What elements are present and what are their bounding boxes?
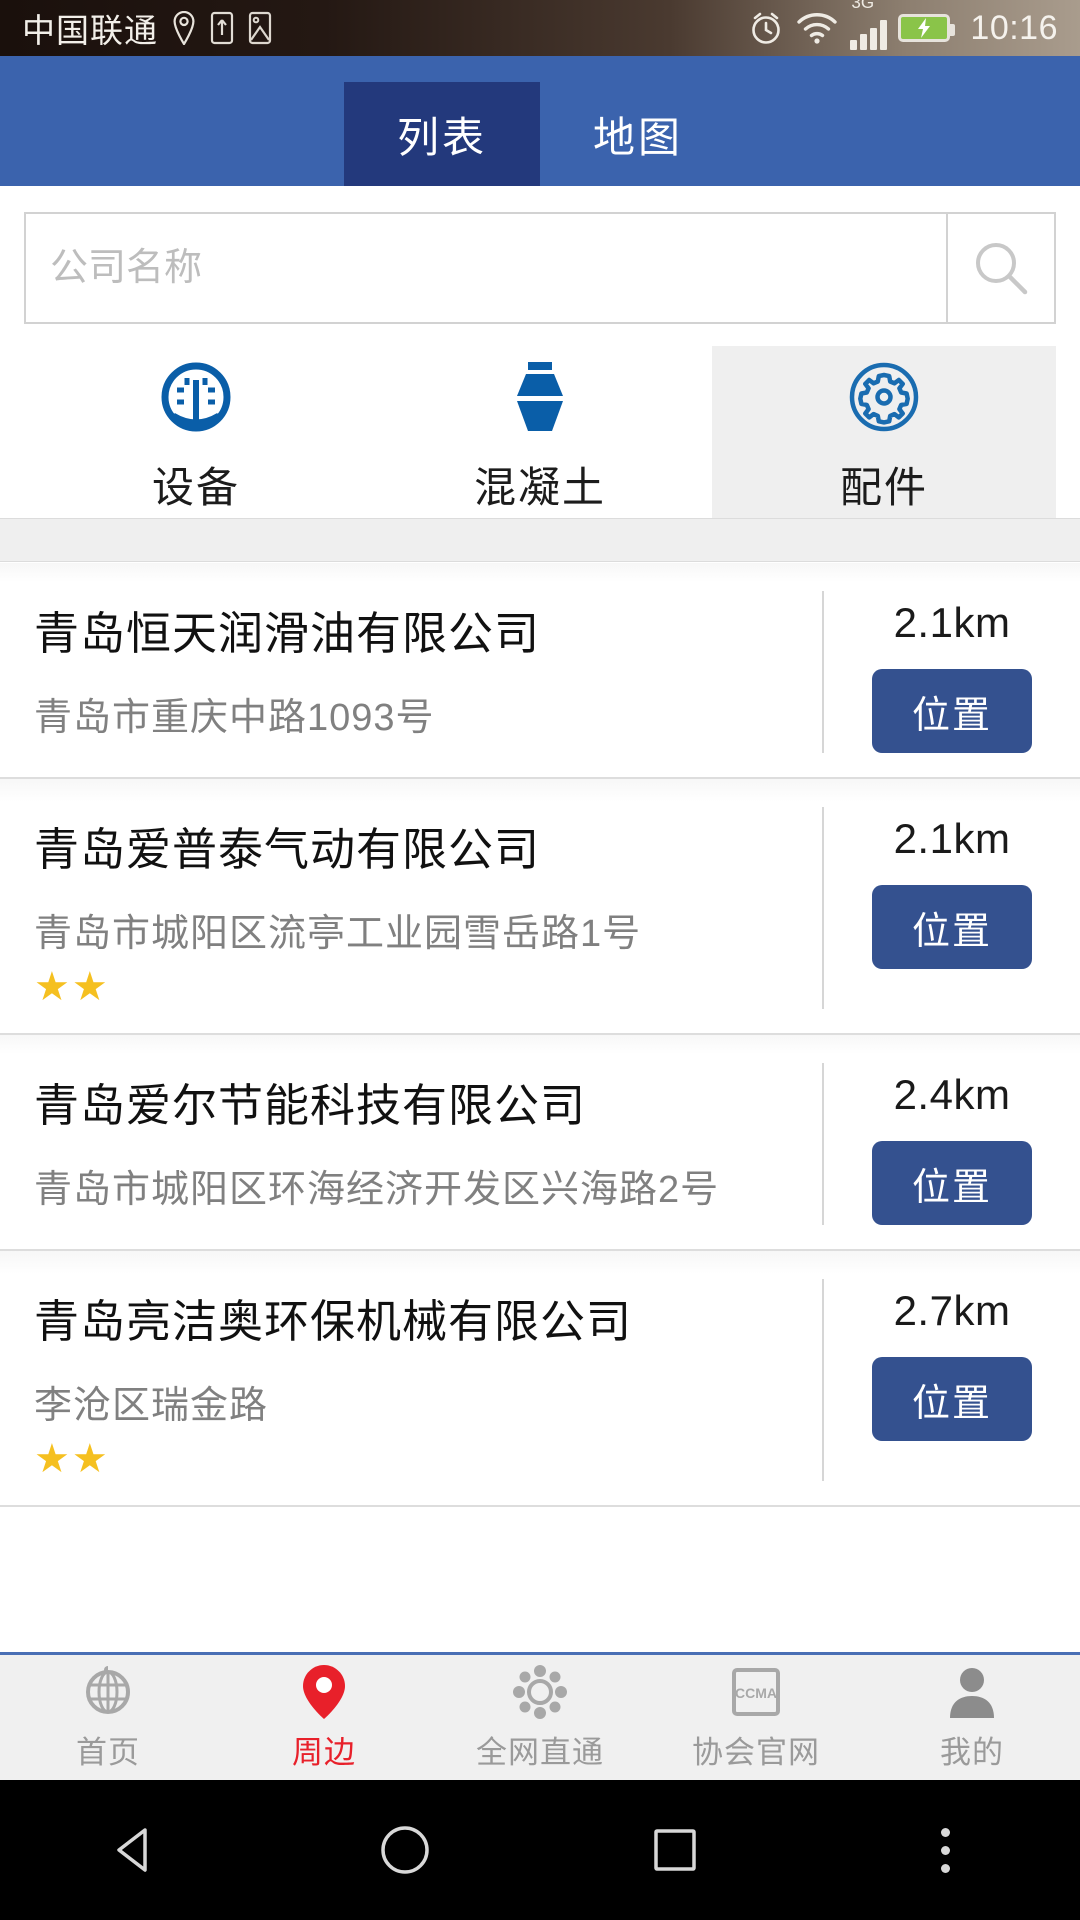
nav-item-home[interactable]: 首页 xyxy=(0,1655,216,1780)
category-selector: 设备 混凝土 配件 xyxy=(0,346,1080,526)
svg-text:CCMA: CCMA xyxy=(735,1685,777,1701)
location-button[interactable]: 位置 xyxy=(872,669,1032,753)
rating-stars: ★★ xyxy=(34,1437,110,1481)
system-menu-button[interactable] xyxy=(870,1780,1020,1920)
company-actions: 2.7km 位置 xyxy=(822,1279,1080,1481)
search-icon xyxy=(976,243,1028,295)
battery-charging-icon xyxy=(898,14,956,42)
location-button[interactable]: 位置 xyxy=(872,1141,1032,1225)
status-bar-right: 3G 10:16 xyxy=(748,0,1058,50)
signal-icon: 3G xyxy=(850,0,888,50)
table-row[interactable]: 青岛亮洁奥环保机械有限公司 李沧区瑞金路 ★★ 2.7km 位置 xyxy=(0,1251,1080,1507)
system-home-button[interactable] xyxy=(330,1780,480,1920)
distance-label: 2.1km xyxy=(893,599,1011,646)
clock-label: 10:16 xyxy=(970,8,1058,47)
search-input[interactable] xyxy=(24,212,946,324)
company-address: 青岛市城阳区环海经济开发区兴海路2号 xyxy=(34,1169,720,1211)
location-button[interactable]: 位置 xyxy=(872,1357,1032,1441)
nav-item-association[interactable]: CCMA 协会官网 xyxy=(648,1655,864,1780)
company-actions: 2.1km 位置 xyxy=(822,807,1080,1009)
network-icon xyxy=(511,1663,569,1721)
view-mode-segmented-control: 列表 地图 xyxy=(344,82,736,186)
system-recents-button[interactable] xyxy=(600,1780,750,1920)
carrier-label: 中国联通 xyxy=(22,12,158,49)
network-type-label: 3G xyxy=(851,0,875,12)
nav-label: 首页 xyxy=(76,1735,140,1770)
nav-label: 我的 xyxy=(940,1735,1004,1770)
company-info: 青岛恒天润滑油有限公司 青岛市重庆中路1093号 xyxy=(0,563,822,777)
tab-map[interactable]: 地图 xyxy=(540,82,736,186)
distance-label: 2.7km xyxy=(893,1287,1011,1334)
wifi-icon xyxy=(797,13,838,44)
company-info: 青岛爱尔节能科技有限公司 青岛市城阳区环海经济开发区兴海路2号 xyxy=(0,1035,822,1249)
circle-home-icon xyxy=(381,1826,429,1874)
gauge-icon xyxy=(157,358,235,436)
rating-stars: ★★ xyxy=(34,965,110,1009)
company-name: 青岛爱尔节能科技有限公司 xyxy=(34,1080,587,1131)
distance-label: 2.1km xyxy=(893,815,1011,862)
table-row[interactable]: 青岛爱尔节能科技有限公司 青岛市城阳区环海经济开发区兴海路2号 2.4km 位置 xyxy=(0,1035,1080,1251)
app-root: 中国联通 3G 10:16 列表 地图 公司名称 设备 混凝土 配件 青岛恒天润… xyxy=(0,0,1080,1920)
category-parts[interactable]: 配件 xyxy=(712,346,1056,526)
system-back-button[interactable] xyxy=(60,1780,210,1920)
category-label: 设备 xyxy=(151,463,240,511)
nav-label: 协会官网 xyxy=(692,1735,820,1770)
overflow-dots-icon xyxy=(940,1827,950,1873)
alarm-icon xyxy=(752,12,781,44)
search-button[interactable] xyxy=(946,212,1056,324)
company-address: 李沧区瑞金路 xyxy=(34,1385,269,1427)
nav-label: 周边 xyxy=(292,1735,356,1770)
nav-item-nearby[interactable]: 周边 xyxy=(216,1655,432,1780)
status-bar: 中国联通 3G 10:16 xyxy=(0,0,1080,56)
company-address: 青岛市城阳区流亭工业园雪岳路1号 xyxy=(34,913,642,955)
triangle-back-icon xyxy=(117,1828,147,1872)
company-name: 青岛恒天润滑油有限公司 xyxy=(34,608,541,659)
location-button[interactable]: 位置 xyxy=(872,885,1032,969)
sim-card-icon xyxy=(210,11,234,45)
gear-circle-icon xyxy=(845,358,923,436)
app-header: 列表 地图 xyxy=(0,56,1080,186)
screenshot-icon xyxy=(248,11,272,45)
nav-item-profile[interactable]: 我的 xyxy=(864,1655,1080,1780)
filter-panel: 设备 混凝土 xyxy=(0,186,1080,526)
company-name: 青岛爱普泰气动有限公司 xyxy=(34,824,541,875)
ccma-badge-icon: CCMA xyxy=(728,1663,784,1721)
company-actions: 2.4km 位置 xyxy=(822,1063,1080,1225)
globe-icon xyxy=(80,1663,136,1721)
table-row[interactable]: 青岛恒天润滑油有限公司 青岛市重庆中路1093号 2.1km 位置 xyxy=(0,563,1080,779)
tab-list[interactable]: 列表 xyxy=(344,82,540,186)
mixer-drum-icon xyxy=(501,358,579,436)
section-separator xyxy=(0,518,1080,562)
company-name: 青岛亮洁奥环保机械有限公司 xyxy=(34,1296,633,1347)
category-label: 混凝土 xyxy=(473,463,606,511)
company-actions: 2.1km 位置 xyxy=(822,591,1080,753)
person-icon xyxy=(946,1663,998,1721)
category-equipment[interactable]: 设备 xyxy=(24,346,368,526)
distance-label: 2.4km xyxy=(893,1071,1011,1118)
search-row xyxy=(0,186,1080,324)
nav-item-network[interactable]: 全网直通 xyxy=(432,1655,648,1780)
android-system-bar xyxy=(0,1780,1080,1920)
nav-label: 全网直通 xyxy=(476,1735,604,1770)
company-list: 青岛恒天润滑油有限公司 青岛市重庆中路1093号 2.1km 位置 青岛爱普泰气… xyxy=(0,563,1080,1507)
company-info: 青岛爱普泰气动有限公司 青岛市城阳区流亭工业园雪岳路1号 ★★ xyxy=(0,779,822,1033)
square-recents-icon xyxy=(654,1829,696,1871)
table-row[interactable]: 青岛爱普泰气动有限公司 青岛市城阳区流亭工业园雪岳路1号 ★★ 2.1km 位置 xyxy=(0,779,1080,1035)
location-icon xyxy=(173,11,195,45)
category-concrete[interactable]: 混凝土 xyxy=(368,346,712,526)
bottom-navigation: 首页 周边 全网直通 CCMA 协会官网 我的 xyxy=(0,1652,1080,1780)
company-info: 青岛亮洁奥环保机械有限公司 李沧区瑞金路 ★★ xyxy=(0,1251,822,1505)
company-address: 青岛市重庆中路1093号 xyxy=(34,697,435,739)
category-label: 配件 xyxy=(839,463,928,511)
map-pin-icon xyxy=(301,1663,347,1721)
status-bar-left: 中国联通 xyxy=(22,4,748,52)
